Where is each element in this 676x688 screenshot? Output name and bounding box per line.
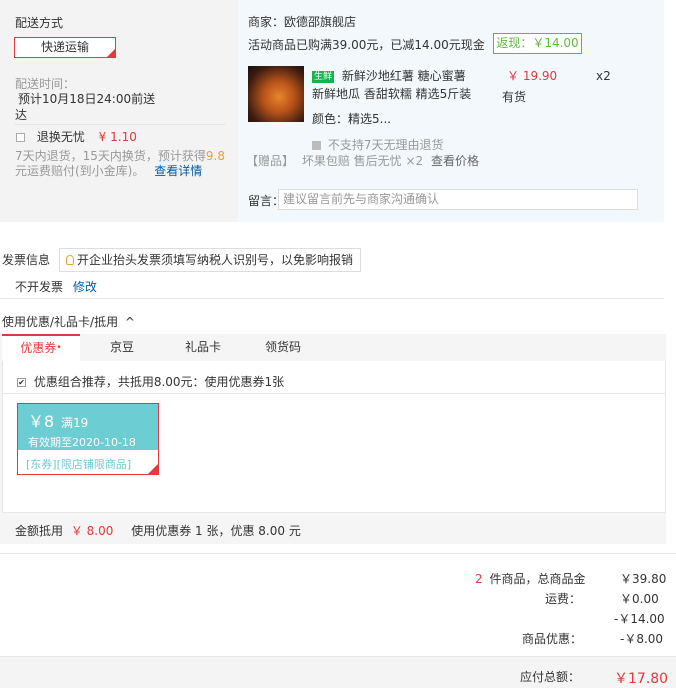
worry-free-desc-num: 9.8	[205, 149, 225, 163]
product-name-cont[interactable]: 新鲜地瓜 香甜软糯 精选5斤装	[312, 85, 471, 102]
combo-checkbox[interactable]: ✔	[17, 378, 26, 387]
worry-free-price: ¥ 1.10	[98, 130, 137, 144]
coupon-area: 优惠券• 京豆 礼品卡 领货码 ✔ 优惠组合推荐，共抵用8.00元：使用优惠券1…	[0, 334, 666, 544]
fresh-tag: 生鲜	[312, 71, 335, 83]
combo-text: 优惠组合推荐，共抵用8.00元：使用优惠券1张	[33, 375, 285, 389]
delivery-time-value: 预计10月18日24:00前送	[18, 92, 156, 106]
product-discount-label: 商品优惠：	[522, 632, 583, 646]
gift-label: 【赠品】	[246, 154, 295, 168]
coupon-type: [东券]	[26, 458, 57, 471]
worry-free-desc-cont: 元运费赔付(到小金库)。	[15, 164, 145, 178]
deduct-desc: 使用优惠券 1 张，优惠 8.00 元	[131, 524, 301, 538]
checkmark-corner-icon	[147, 463, 159, 475]
divider	[14, 124, 226, 125]
item-count-suffix: 件商品，总商品金	[489, 572, 586, 586]
coupon-expiry: 有效期至2020-10-18	[28, 436, 136, 449]
discount-section-toggle[interactable]: 使用优惠/礼品卡/抵用 ^	[2, 313, 135, 330]
selected-corner-icon	[106, 48, 116, 58]
divider	[0, 298, 664, 299]
view-details-link[interactable]: 查看详情	[154, 164, 202, 178]
promo-text: 活动商品已购满39.00元，已减14.00元现金	[248, 38, 485, 52]
deduct-label: 金额抵用	[15, 524, 64, 538]
payable-value: ￥17.80	[614, 671, 669, 687]
express-shipping-label: 快递运输	[40, 40, 89, 54]
item-count: 2	[475, 572, 483, 586]
gift-price-link[interactable]: 查看价格	[431, 154, 479, 168]
chevron-up-icon: ^	[124, 315, 135, 329]
divider	[3, 393, 665, 394]
cashback-badge: 返现：￥14.00	[493, 33, 582, 54]
discount-section-title: 使用优惠/礼品卡/抵用	[2, 315, 119, 329]
tab-coupons-label: 优惠券	[20, 341, 57, 355]
gift-item: 坏果包赔 售后无忧 ×2	[301, 154, 424, 168]
shipping-value: ￥0.00	[620, 592, 659, 606]
lightbulb-icon	[66, 255, 74, 265]
coupon-card-top: ￥8 满19 有效期至2020-10-18	[18, 404, 158, 450]
product-discount-value: -￥8.00	[620, 632, 664, 646]
worry-free-checkbox[interactable]	[16, 133, 25, 142]
worry-free-label: 退换无忧	[36, 130, 85, 144]
product-name[interactable]: 新鲜沙地红薯 糖心蜜薯	[342, 69, 466, 83]
coupon-tabs: 优惠券• 京豆 礼品卡 领货码	[0, 334, 666, 361]
invoice-value: 不开发票	[15, 280, 64, 294]
tab-jingdou[interactable]: 京豆	[84, 334, 160, 361]
invoice-edit-link[interactable]: 修改	[73, 280, 97, 294]
coupon-condition: 满19	[61, 416, 89, 430]
promo-discount-value: -￥14.00	[614, 612, 665, 626]
seller-name: 商家：欧德邵旗舰店	[248, 15, 357, 29]
coupon-scope: [限店铺限商品]	[56, 458, 132, 471]
product-price: ￥ 19.90	[507, 69, 558, 83]
worry-free-desc: 7天内退货，15天内换货，预计获得	[15, 149, 206, 163]
message-input[interactable]: 建议留言前先与商家沟通确认	[278, 189, 638, 210]
tab-coupons[interactable]: 优惠券•	[2, 334, 80, 361]
tab-pickup-code[interactable]: 领货码	[244, 334, 322, 361]
payable-label: 应付总额：	[520, 670, 581, 684]
delivery-time-value-cont: 达	[15, 108, 28, 122]
invoice-label: 发票信息	[2, 253, 51, 267]
tab-gift-card[interactable]: 礼品卡	[164, 334, 242, 361]
shipping-label: 运费：	[545, 592, 582, 606]
invoice-tip-text: 开企业抬头发票须填写纳税人识别号，以免影响报销	[77, 253, 354, 267]
no-return-text: 不支持7天无理由退货	[327, 138, 444, 152]
product-qty: x2	[596, 69, 611, 83]
goods-total: ￥39.80	[620, 572, 667, 586]
divider	[0, 553, 676, 554]
stock-status: 有货	[502, 90, 527, 104]
delivery-method-label: 配送方式	[15, 16, 64, 30]
delivery-panel	[0, 0, 238, 222]
deduct-value: ￥ 8.00	[70, 524, 114, 538]
product-image[interactable]	[248, 66, 304, 122]
express-shipping-button[interactable]: 快递运输	[14, 37, 116, 58]
coupon-card[interactable]: ￥8 满19 有效期至2020-10-18 [东券][限店铺限商品]	[17, 403, 159, 475]
coupon-list: ✔ 优惠组合推荐，共抵用8.00元：使用优惠券1张 ￥8 满19 有效期至202…	[2, 361, 666, 513]
coupon-amount: ￥8	[28, 412, 55, 431]
product-color: 颜色：精选5...	[312, 112, 392, 126]
info-icon	[312, 141, 321, 150]
invoice-tip: 开企业抬头发票须填写纳税人识别号，以免影响报销	[59, 248, 361, 272]
